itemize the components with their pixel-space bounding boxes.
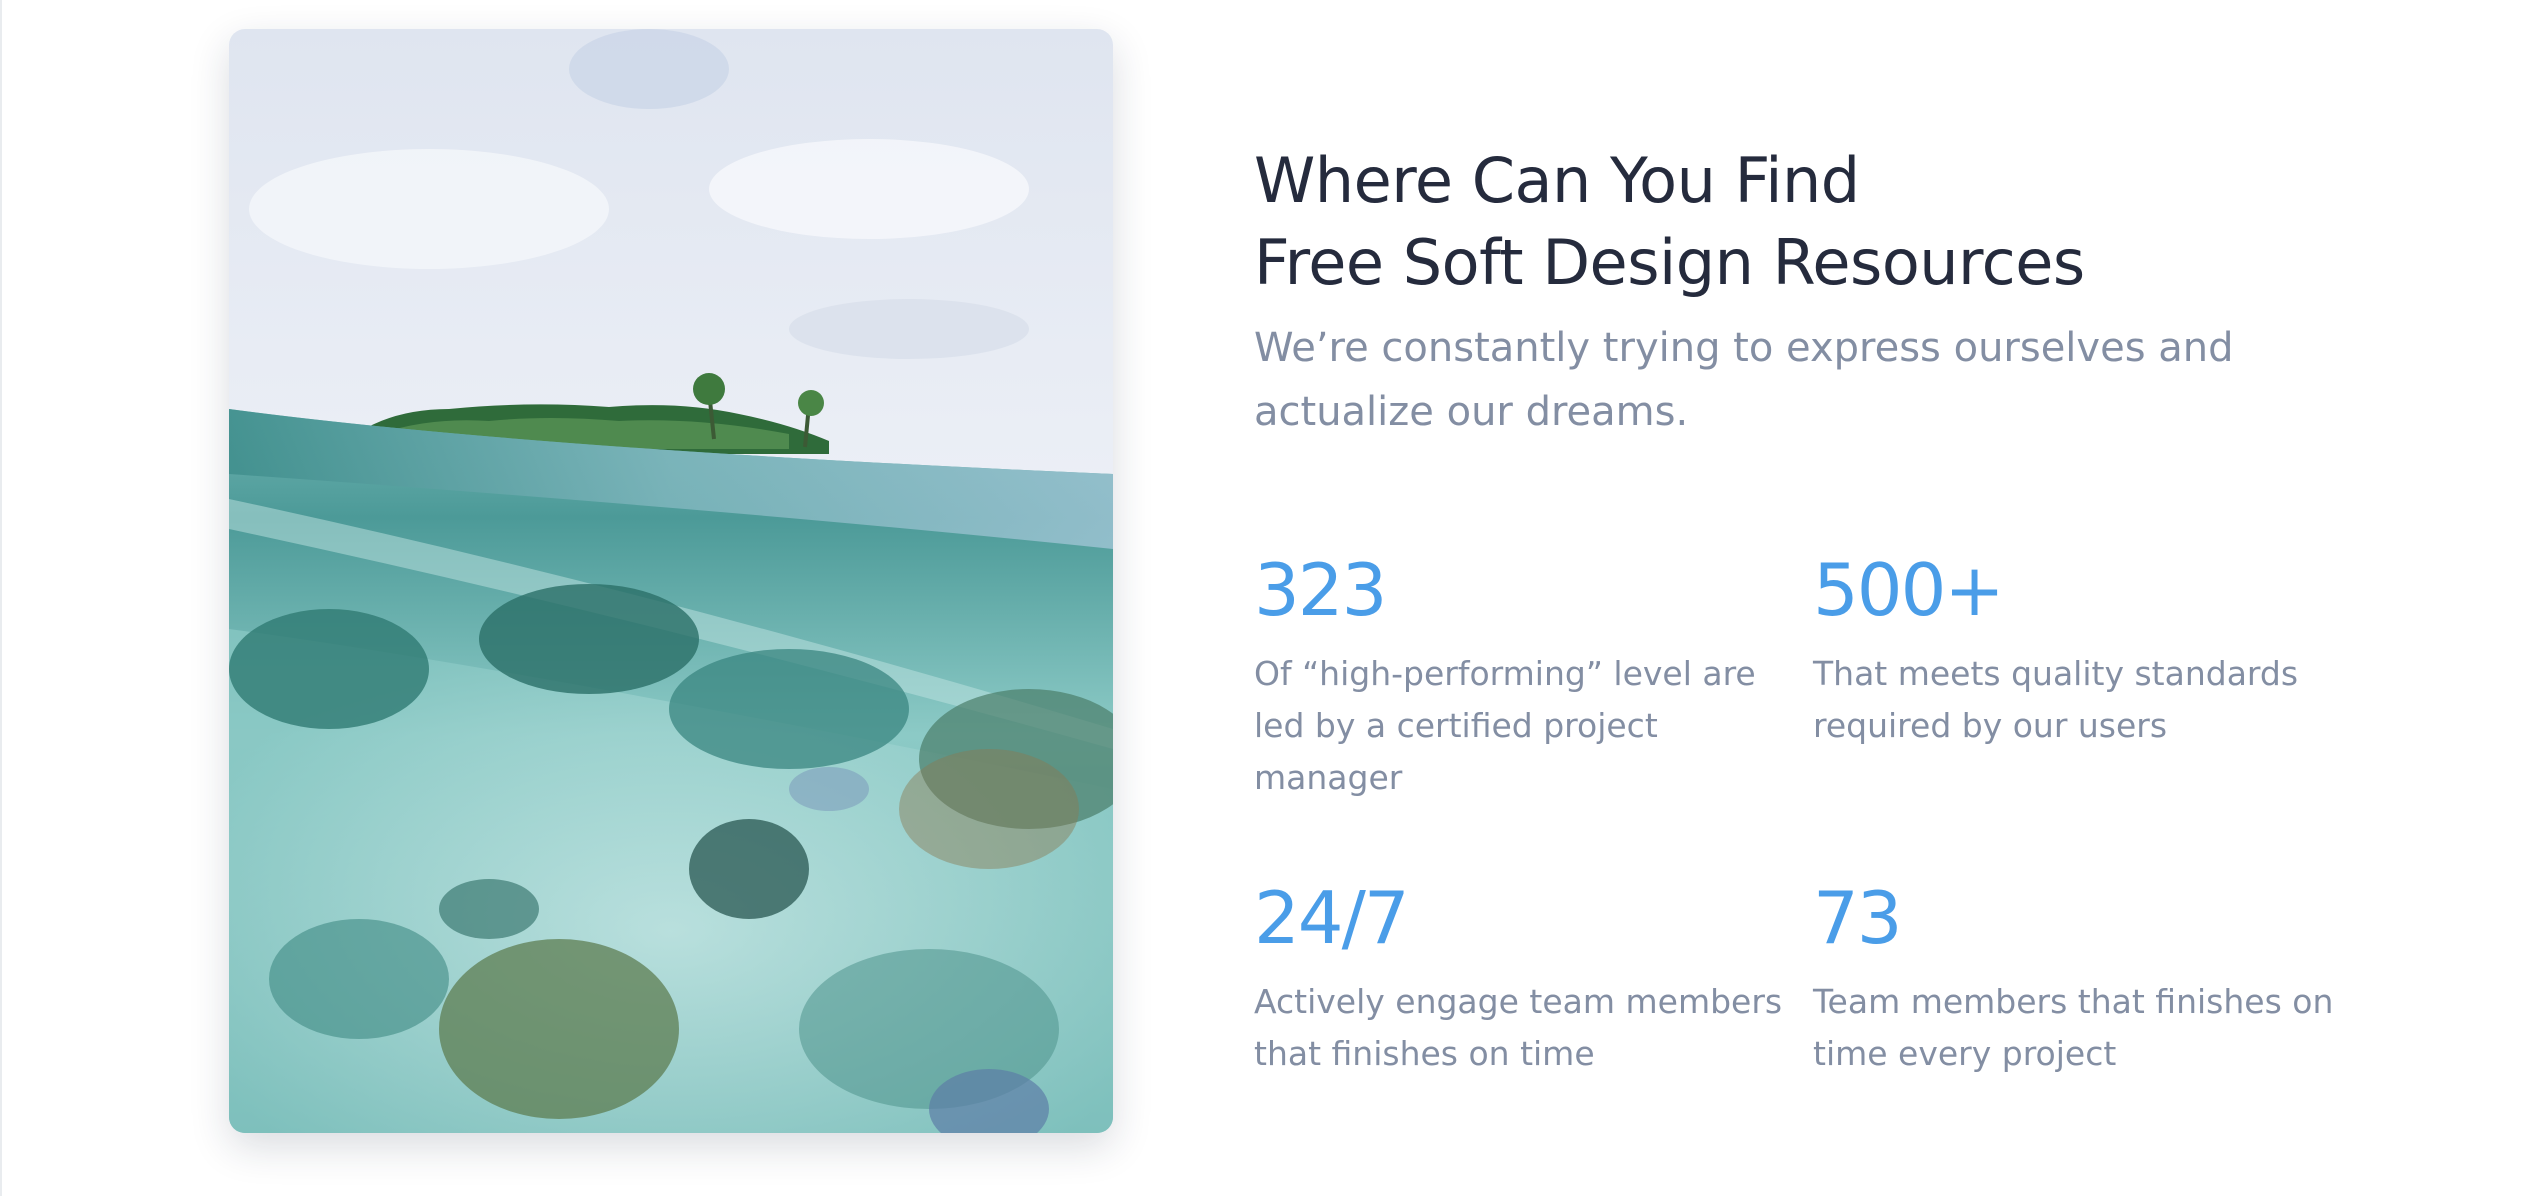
section-title-line-2: Free Soft Design Resources <box>1254 226 2085 299</box>
stat-item: 24/7 Actively engage team members that f… <box>1254 876 1784 1080</box>
section-title-line-1: Where Can You Find <box>1254 144 1860 217</box>
stat-description: That meets quality standards required by… <box>1813 654 2299 745</box>
stat-item: 73 Team members that finishes on time ev… <box>1813 876 2343 1080</box>
stat-value: 73 <box>1813 876 1903 960</box>
stat-description: Actively engage team members that finish… <box>1254 982 1783 1073</box>
stat-description: Team members that finishes on time every… <box>1813 982 2334 1073</box>
stat-description: Of “high-performing” level are led by a … <box>1254 654 1756 797</box>
features-section: Where Can You Find Free Soft Design Reso… <box>0 0 2544 1196</box>
stat-value: 500+ <box>1813 548 2005 632</box>
stats-grid: 323 Of “high-performing” level are led b… <box>1254 548 2414 1108</box>
hero-photo <box>229 29 1113 1133</box>
underwater-island-image <box>229 29 1113 1133</box>
page-edge-divider <box>0 0 2 1196</box>
stat-value: 24/7 <box>1254 876 1410 960</box>
section-title: Where Can You Find Free Soft Design Reso… <box>1254 140 2354 304</box>
stat-value: 323 <box>1254 548 1387 632</box>
stat-item: 323 Of “high-performing” level are led b… <box>1254 548 1784 804</box>
section-subtitle: We’re constantly trying to express ourse… <box>1254 325 2234 435</box>
stat-item: 500+ That meets quality standards requir… <box>1813 548 2343 752</box>
section-text: Where Can You Find Free Soft Design Reso… <box>1254 140 2354 444</box>
